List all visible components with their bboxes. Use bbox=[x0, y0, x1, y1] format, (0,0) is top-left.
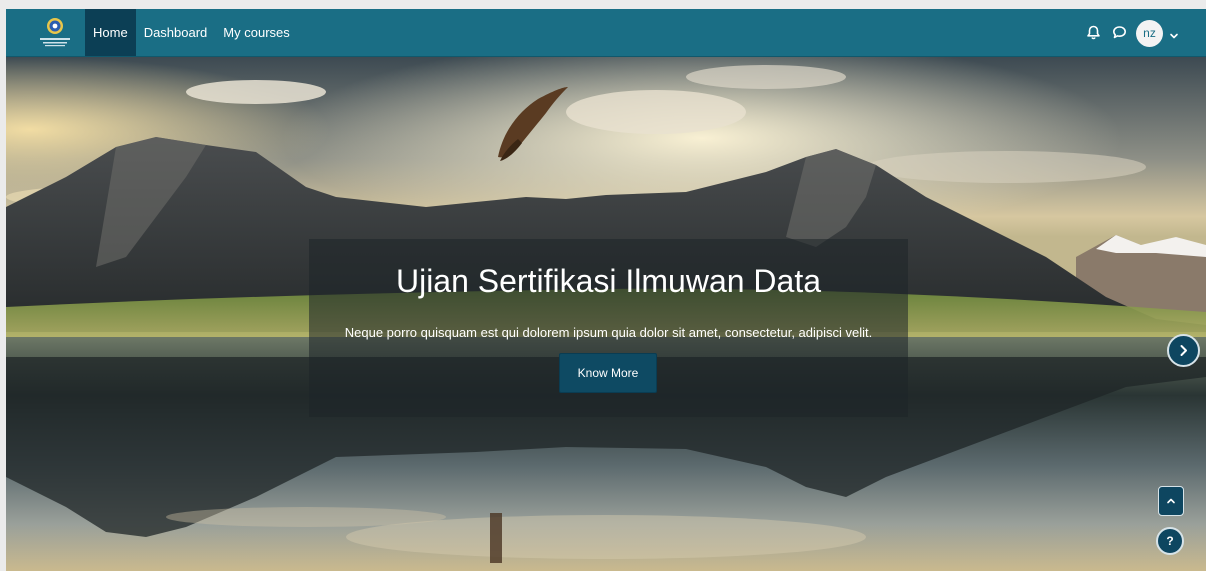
chevron-down-icon[interactable] bbox=[1169, 28, 1179, 39]
back-to-top-button[interactable] bbox=[1158, 486, 1184, 516]
primary-navigation: Home Dashboard My courses bbox=[85, 9, 298, 56]
user-avatar[interactable]: nz bbox=[1136, 20, 1163, 47]
chat-icon[interactable] bbox=[1111, 24, 1128, 41]
nav-my-courses[interactable]: My courses bbox=[215, 9, 297, 56]
carousel-next-button[interactable] bbox=[1167, 334, 1200, 367]
hero-description: Neque porro quisquam est qui dolorem ips… bbox=[344, 325, 873, 340]
hero-caption-panel: Ujian Sertifikasi Ilmuwan Data Neque por… bbox=[309, 239, 908, 417]
know-more-button[interactable]: Know More bbox=[559, 353, 657, 393]
help-button[interactable]: ? bbox=[1156, 527, 1184, 555]
app-window: Home Dashboard My courses nz Ujian Serti… bbox=[6, 9, 1206, 571]
top-navbar: Home Dashboard My courses nz bbox=[6, 9, 1206, 57]
hero-carousel: Ujian Sertifikasi Ilmuwan Data Neque por… bbox=[6, 57, 1206, 571]
chevron-right-icon bbox=[1180, 345, 1187, 356]
hero-title: Ujian Sertifikasi Ilmuwan Data bbox=[395, 263, 822, 299]
chevron-up-icon bbox=[1167, 498, 1175, 504]
site-logo-icon[interactable] bbox=[34, 16, 76, 50]
nav-home[interactable]: Home bbox=[85, 9, 136, 56]
bell-icon[interactable] bbox=[1085, 24, 1102, 41]
nav-dashboard[interactable]: Dashboard bbox=[136, 9, 216, 56]
